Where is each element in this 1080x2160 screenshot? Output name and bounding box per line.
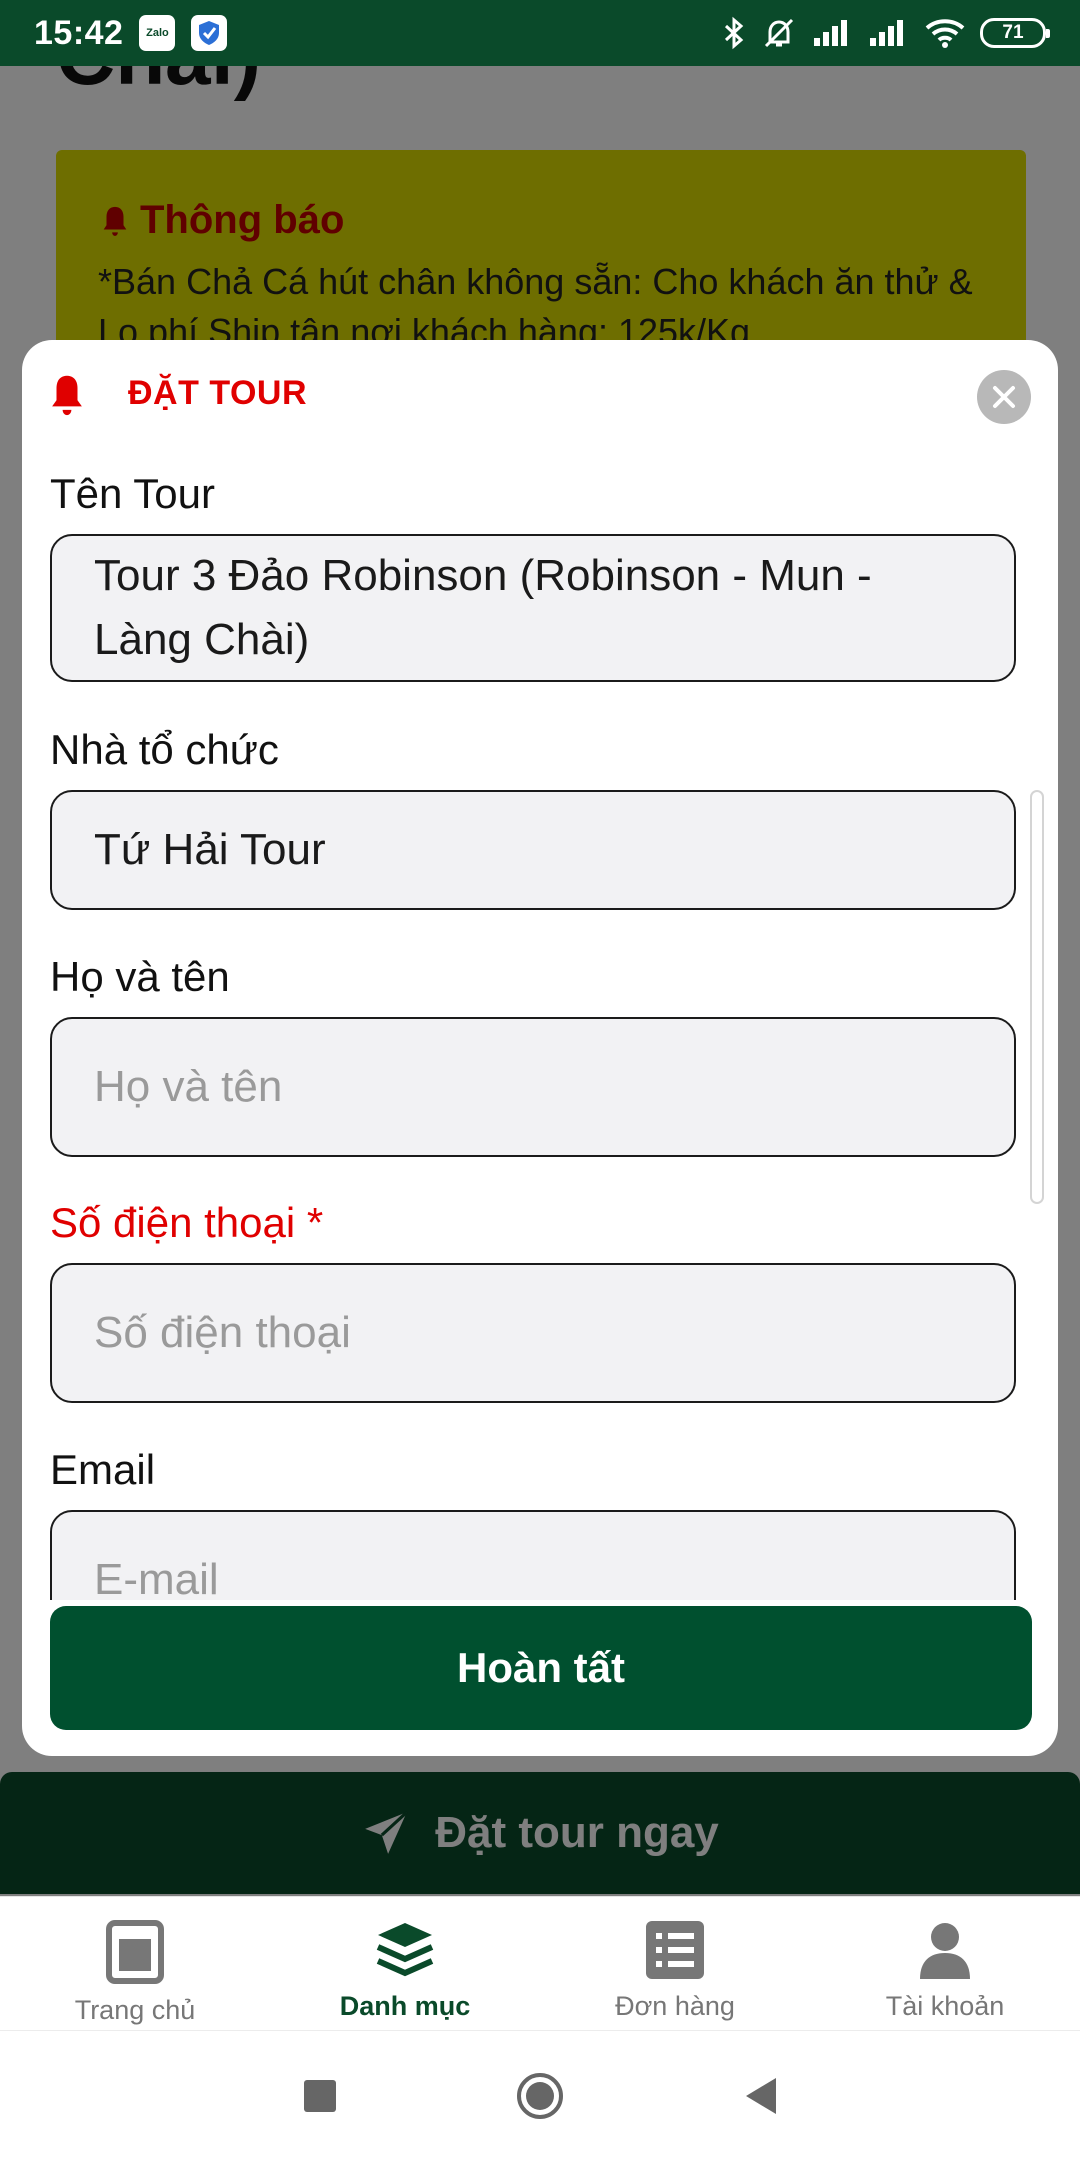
shield-app-icon <box>191 15 228 51</box>
nav-label-home: Trang chủ <box>74 1995 196 2025</box>
back-triangle-icon <box>746 2077 776 2114</box>
square-icon <box>304 2079 336 2112</box>
email-field-group: Email E-mail <box>50 1446 1016 1600</box>
nav-item-account[interactable]: Tài khoản <box>810 1897 1080 2030</box>
modal-title: ĐẶT TOUR <box>128 374 308 412</box>
nav-label-orders: Đơn hàng <box>615 1991 735 2021</box>
tour-name-field[interactable]: Tour 3 Đảo Robinson (Robinson - Mun - Là… <box>50 534 1016 682</box>
home-icon <box>106 1920 164 1984</box>
nav-label-categories: Danh mục <box>339 1991 471 2021</box>
email-label: Email <box>50 1446 156 1493</box>
close-button[interactable] <box>977 370 1031 424</box>
list-icon <box>646 1921 704 1979</box>
signal-icon <box>814 20 847 46</box>
home-button[interactable] <box>430 2071 650 2121</box>
phone-label: Số điện thoại * <box>50 1199 324 1246</box>
bottom-nav: Trang chủ Danh mục Đơn hàng Tài khoản <box>0 1896 1080 2030</box>
bluetooth-icon <box>724 16 744 50</box>
email-input[interactable]: E-mail <box>50 1510 1016 1600</box>
layers-icon <box>376 1923 434 1977</box>
circle-icon <box>517 2072 563 2119</box>
phone-field-group: Số điện thoại * Số điện thoại <box>50 1199 1016 1403</box>
tour-name-label: Tên Tour <box>50 470 215 517</box>
scrollbar[interactable] <box>1030 790 1044 1204</box>
booking-form: Tên Tour Tour 3 Đảo Robinson (Robinson -… <box>22 450 1058 1600</box>
phone-input[interactable]: Số điện thoại <box>50 1263 1016 1403</box>
tour-name-field-group: Tên Tour Tour 3 Đảo Robinson (Robinson -… <box>50 470 1016 682</box>
bell-off-icon <box>764 18 794 48</box>
nav-label-account: Tài khoản <box>885 1991 1005 2021</box>
person-icon <box>920 1923 970 1979</box>
modal-header: ĐẶT TOUR <box>22 340 1058 450</box>
nav-item-categories[interactable]: Danh mục <box>270 1897 540 2030</box>
full-name-field-group: Họ và tên Họ và tên <box>50 953 1016 1157</box>
back-button[interactable] <box>650 2076 870 2116</box>
recent-apps-button[interactable] <box>210 2078 430 2114</box>
status-time: 15:42 <box>34 13 124 52</box>
nav-item-orders[interactable]: Đơn hàng <box>540 1897 810 2030</box>
submit-button[interactable]: Hoàn tất <box>50 1606 1032 1730</box>
organizer-field[interactable]: Tứ Hải Tour <box>50 790 1016 910</box>
full-name-input[interactable]: Họ và tên <box>50 1017 1016 1157</box>
booking-modal: ĐẶT TOUR Tên Tour Tour 3 Đảo Robinson (R… <box>22 340 1058 1756</box>
nav-item-home[interactable]: Trang chủ <box>0 1897 270 2030</box>
bell-icon <box>52 375 82 416</box>
full-name-label: Họ và tên <box>50 953 230 1000</box>
organizer-label: Nhà tổ chức <box>50 726 279 773</box>
battery-icon: 71 <box>980 18 1050 48</box>
zalo-notification-icon: Zalo <box>139 15 176 51</box>
system-nav-bar <box>0 2030 1080 2160</box>
close-icon <box>993 386 1015 408</box>
signal-2-icon <box>870 20 903 46</box>
organizer-field-group: Nhà tổ chức Tứ Hải Tour <box>50 726 1016 910</box>
wifi-icon <box>925 19 965 48</box>
status-icons: 71 <box>722 16 1050 50</box>
status-bar: 15:42 Zalo 71 <box>0 0 1080 66</box>
